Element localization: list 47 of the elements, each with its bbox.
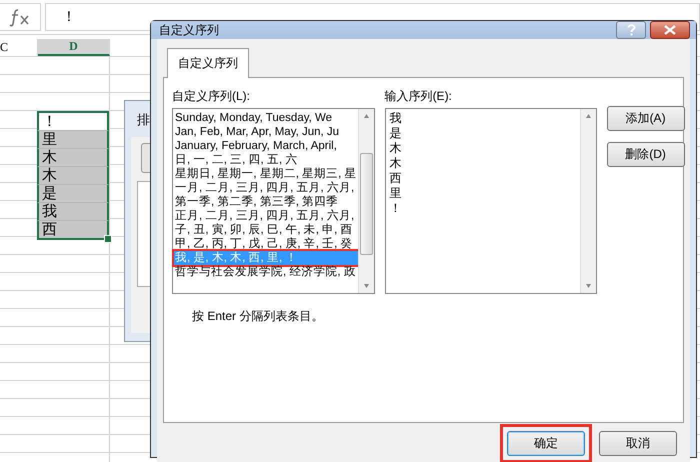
list-item[interactable]: 哲学与社会发展学院, 经济学院, 政 <box>174 265 358 279</box>
entry-line: 是 <box>388 126 403 141</box>
function-icon[interactable] <box>9 7 31 27</box>
entry-line: 里 <box>388 186 403 201</box>
tab[interactable]: 自定义序列 <box>167 48 249 78</box>
sheet-cell[interactable]: 是 <box>37 185 109 203</box>
list-entries-field[interactable]: 我 是 木 木 西 里 ！ <box>384 108 597 294</box>
list-item[interactable]: 正月, 二月, 三月, 四月, 五月, 六月, <box>174 209 358 223</box>
entries-label: 输入序列(E): <box>384 88 453 105</box>
sheet-cell[interactable]: 木 <box>37 167 109 185</box>
list-label: 自定义序列(L): <box>172 88 251 105</box>
entry-line: 西 <box>388 171 403 186</box>
list-item[interactable]: 日, 一, 二, 三, 四, 五, 六 <box>174 153 358 167</box>
help-icon <box>626 24 636 36</box>
column-header[interactable]: D <box>38 39 110 56</box>
list-item[interactable]: Sunday, Monday, Tuesday, We <box>174 111 358 125</box>
scrollbar[interactable] <box>358 109 374 293</box>
entry-line: 我 <box>388 111 403 126</box>
close-icon <box>664 25 676 35</box>
sheet-cell[interactable]: ！ <box>37 111 109 131</box>
list-item[interactable]: Jan, Feb, Mar, Apr, May, Jun, Ju <box>174 125 358 139</box>
list-action-button[interactable]: 删除(D) <box>606 142 685 167</box>
help-button[interactable] <box>616 21 646 39</box>
list-item[interactable]: 一月, 二月, 三月, 四月, 五月, 六月, <box>174 181 358 195</box>
list-item[interactable]: January, February, March, April, <box>174 139 358 153</box>
sheet-cell[interactable]: 木 <box>37 149 109 167</box>
sheet-cell[interactable]: 西 <box>37 221 109 240</box>
entry-line: ！ <box>388 201 403 216</box>
scroll-thumb[interactable] <box>360 153 373 255</box>
cancel-button[interactable]: 取消 <box>599 431 677 456</box>
list-action-button[interactable]: 添加(A) <box>606 106 685 131</box>
list-item[interactable]: 甲, 乙, 丙, 丁, 戊, 己, 庚, 辛, 壬, 癸 <box>174 237 358 251</box>
ok-button[interactable]: 确定 <box>507 431 585 456</box>
custom-lists-box[interactable] <box>172 108 375 294</box>
list-item[interactable]: 子, 丑, 寅, 卯, 辰, 巳, 午, 未, 申, 酉 <box>174 223 358 237</box>
close-button[interactable] <box>650 21 690 39</box>
dialog-title: 排 <box>137 111 150 129</box>
fill-handle[interactable] <box>104 235 112 243</box>
sheet-cell[interactable]: 我 <box>37 203 109 221</box>
column-header[interactable]: C <box>0 39 38 57</box>
scrollbar[interactable] <box>580 109 596 293</box>
list-item[interactable]: 星期日, 星期一, 星期二, 星期三, 星 <box>174 167 358 181</box>
sheet-cell[interactable]: 里 <box>37 131 109 149</box>
entry-line: 木 <box>388 141 403 156</box>
list-item[interactable]: 第一季, 第二季, 第三季, 第四季 <box>174 195 358 209</box>
hint-text: 按 Enter 分隔列表条目。 <box>192 308 324 325</box>
entry-line: 木 <box>388 156 403 171</box>
